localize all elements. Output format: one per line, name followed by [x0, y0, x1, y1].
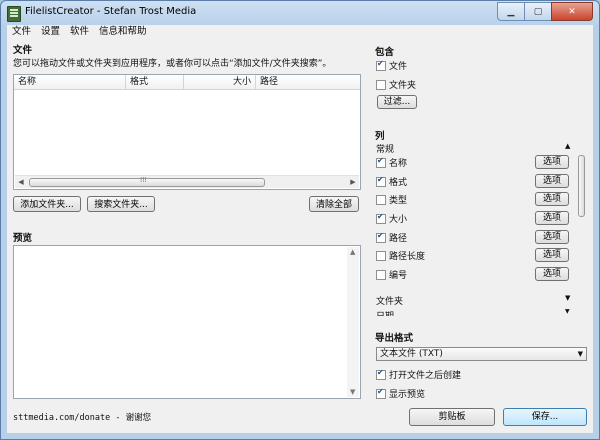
- column-format-checkbox[interactable]: [376, 175, 386, 187]
- expand-date-icon[interactable]: ▼: [565, 308, 570, 315]
- column-number-checkbox[interactable]: [376, 270, 386, 280]
- column-header-format[interactable]: 格式: [126, 75, 184, 89]
- column-format-label: 格式: [389, 178, 408, 188]
- close-icon: ✕: [568, 6, 576, 17]
- column-type-checkbox[interactable]: [376, 195, 386, 205]
- column-size-label: 大小: [389, 215, 408, 225]
- export-heading: 导出格式: [375, 333, 414, 344]
- main-area: 文件 您可以拖动文件或文件夹到应用程序，或者你可以点击“添加文件/文件夹搜索”。…: [7, 38, 593, 433]
- columns-vscrollbar[interactable]: [577, 141, 586, 317]
- include-files-label: 文件: [389, 62, 408, 72]
- scroll-right-icon[interactable]: ▶: [347, 176, 359, 188]
- column-header-name[interactable]: 名称: [14, 75, 126, 89]
- maximize-button[interactable]: ▢: [524, 2, 552, 21]
- file-list-header: 名称 格式 大小 路径: [14, 75, 360, 90]
- column-name-checkbox[interactable]: [376, 156, 386, 168]
- files-heading: 文件: [13, 45, 33, 56]
- columns-group-date: 日期: [376, 309, 394, 316]
- clear-all-button[interactable]: 清除全部: [309, 196, 359, 212]
- preview-area[interactable]: ▲ ▼: [13, 245, 361, 399]
- column-path-length-checkbox[interactable]: [376, 251, 386, 261]
- filter-button[interactable]: 过滤...: [377, 95, 417, 109]
- file-list-hscrollbar[interactable]: ◀ ⁞⁞⁞ ▶: [15, 175, 359, 188]
- menu-software[interactable]: 软件: [65, 25, 94, 38]
- add-folder-button[interactable]: 添加文件夹...: [13, 196, 81, 212]
- column-name-label: 名称: [389, 159, 408, 169]
- include-folders-checkbox[interactable]: [376, 80, 386, 90]
- show-preview-label: 显示预览: [389, 390, 426, 400]
- files-hint: 您可以拖动文件或文件夹到应用程序，或者你可以点击“添加文件/文件夹搜索”。: [13, 59, 332, 69]
- column-size-option-button[interactable]: 选项: [535, 211, 569, 225]
- chevron-down-icon: ▼: [577, 350, 583, 358]
- column-header-path[interactable]: 路径: [256, 75, 360, 89]
- column-path-label: 路径: [389, 234, 408, 244]
- collapse-general-icon[interactable]: ▲: [565, 142, 570, 150]
- donate-text: sttmedia.com/donate - 谢谢您: [13, 413, 152, 423]
- minimize-icon: ▁: [507, 6, 515, 17]
- columns-group-date-clip: 日期: [376, 309, 526, 316]
- column-size-checkbox[interactable]: [376, 212, 386, 224]
- column-number-label: 编号: [389, 271, 408, 281]
- preview-heading: 预览: [13, 233, 33, 244]
- column-path-length-label: 路径长度: [389, 252, 426, 262]
- columns-heading: 列: [375, 131, 385, 142]
- include-files-checkbox[interactable]: [376, 59, 386, 71]
- columns-vscroll-thumb[interactable]: [578, 155, 585, 217]
- title-bar: FilelistCreator - Stefan Trost Media ▁ ▢…: [1, 1, 599, 25]
- scroll-up-icon[interactable]: ▲: [350, 248, 355, 256]
- maximize-icon: ▢: [533, 6, 543, 17]
- columns-group-general: 常规: [376, 145, 395, 155]
- create-after-open-checkbox[interactable]: [376, 368, 386, 380]
- columns-group-folder: 文件夹: [376, 297, 404, 307]
- menu-settings[interactable]: 设置: [36, 25, 65, 38]
- column-path-checkbox[interactable]: [376, 231, 386, 243]
- hscroll-thumb[interactable]: ⁞⁞⁞: [29, 176, 265, 187]
- create-after-open-label: 打开文件之后创建: [389, 371, 462, 381]
- scroll-down-icon[interactable]: ▼: [350, 388, 355, 396]
- export-format-value: 文本文件 (TXT): [380, 349, 443, 359]
- show-preview-checkbox[interactable]: [376, 387, 386, 399]
- search-folder-button[interactable]: 搜索文件夹...: [87, 196, 155, 212]
- column-type-option-button[interactable]: 选项: [535, 192, 569, 206]
- window-controls: ▁ ▢ ✕: [497, 2, 593, 21]
- app-icon: [7, 6, 21, 22]
- window-title: FilelistCreator - Stefan Trost Media: [25, 6, 197, 17]
- column-number-option-button[interactable]: 选项: [535, 267, 569, 281]
- column-format-option-button[interactable]: 选项: [535, 174, 569, 188]
- include-folders-label: 文件夹: [389, 81, 417, 91]
- preview-vscrollbar[interactable]: ▲ ▼: [347, 247, 359, 397]
- column-path-option-button[interactable]: 选项: [535, 230, 569, 244]
- column-type-label: 类型: [389, 196, 408, 206]
- scroll-left-icon[interactable]: ◀: [15, 176, 27, 188]
- app-window: FilelistCreator - Stefan Trost Media ▁ ▢…: [0, 0, 600, 440]
- scroll-grip-icon: ⁞⁞⁞: [140, 176, 147, 184]
- file-list[interactable]: 名称 格式 大小 路径 ◀ ⁞⁞⁞ ▶: [13, 74, 361, 190]
- save-button[interactable]: 保存...: [503, 408, 587, 426]
- column-header-size[interactable]: 大小: [184, 75, 256, 89]
- include-heading: 包含: [375, 47, 395, 58]
- expand-folder-icon[interactable]: ▼: [565, 294, 570, 302]
- close-button[interactable]: ✕: [551, 2, 593, 21]
- column-name-option-button[interactable]: 选项: [535, 155, 569, 169]
- menu-file[interactable]: 文件: [7, 25, 36, 38]
- export-format-select[interactable]: 文本文件 (TXT) ▼: [376, 347, 587, 361]
- menu-bar: 文件 设置 软件 信息和帮助: [7, 25, 593, 38]
- column-path-length-option-button[interactable]: 选项: [535, 248, 569, 262]
- minimize-button[interactable]: ▁: [497, 2, 525, 21]
- clipboard-button[interactable]: 剪贴板: [409, 408, 495, 426]
- menu-help[interactable]: 信息和帮助: [94, 25, 152, 38]
